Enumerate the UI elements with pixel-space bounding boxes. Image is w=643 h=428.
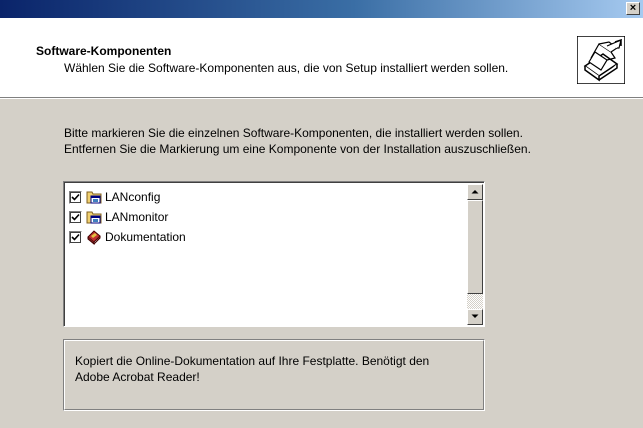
list-item-lanmonitor[interactable]: LANmonitor (69, 208, 168, 226)
page-subtitle: Wählen Sie die Software-Komponenten aus,… (64, 61, 509, 75)
instructions-line-2: Entfernen Sie die Markierung um eine Kom… (64, 142, 531, 156)
instructions-line-1: Bitte markieren Sie die einzelnen Softwa… (64, 126, 523, 140)
description-line-2: Adobe Acrobat Reader! (75, 370, 200, 384)
checkbox-lanconfig[interactable] (69, 190, 82, 204)
list-item-dokumentation[interactable]: Dokumentation (69, 228, 186, 246)
wizard-header: Software-Komponenten Wählen Sie die Soft… (0, 18, 643, 98)
description-panel: Kopiert die Online-Dokumentation auf Ihr… (63, 339, 485, 411)
description-text: Kopiert die Online-Dokumentation auf Ihr… (75, 353, 480, 385)
close-button[interactable]: × (626, 2, 640, 15)
close-icon: × (629, 2, 637, 14)
program-folder-icon (86, 191, 102, 204)
arrow-down-icon (471, 314, 479, 318)
list-item-lanconfig[interactable]: LANconfig (69, 188, 160, 206)
arrow-up-icon (471, 190, 479, 194)
checkmark-icon (71, 213, 80, 221)
setup-box-icon (577, 36, 625, 84)
page-title: Software-Komponenten (36, 44, 172, 58)
window-titlebar[interactable]: × (0, 0, 643, 18)
documentation-book-icon (87, 230, 101, 245)
instructions-text: Bitte markieren Sie die einzelnen Softwa… (64, 125, 531, 157)
list-item-label: LANmonitor (105, 210, 169, 224)
scroll-down-button[interactable] (467, 309, 483, 325)
components-listbox[interactable]: LANconfig LANmonitor Dokumentation (63, 181, 485, 327)
checkbox-lanmonitor[interactable] (69, 210, 82, 224)
scroll-thumb[interactable] (467, 200, 483, 294)
vertical-scrollbar[interactable] (467, 184, 483, 325)
header-separator (0, 98, 643, 99)
checkmark-icon (71, 193, 80, 201)
checkbox-dokumentation[interactable] (69, 230, 82, 244)
list-item-label: Dokumentation (105, 230, 186, 244)
list-item-label: LANconfig (105, 190, 161, 204)
scroll-up-button[interactable] (467, 184, 483, 200)
program-folder-icon (86, 211, 102, 224)
checkmark-icon (71, 233, 80, 241)
description-line-1: Kopiert die Online-Dokumentation auf Ihr… (75, 354, 430, 368)
